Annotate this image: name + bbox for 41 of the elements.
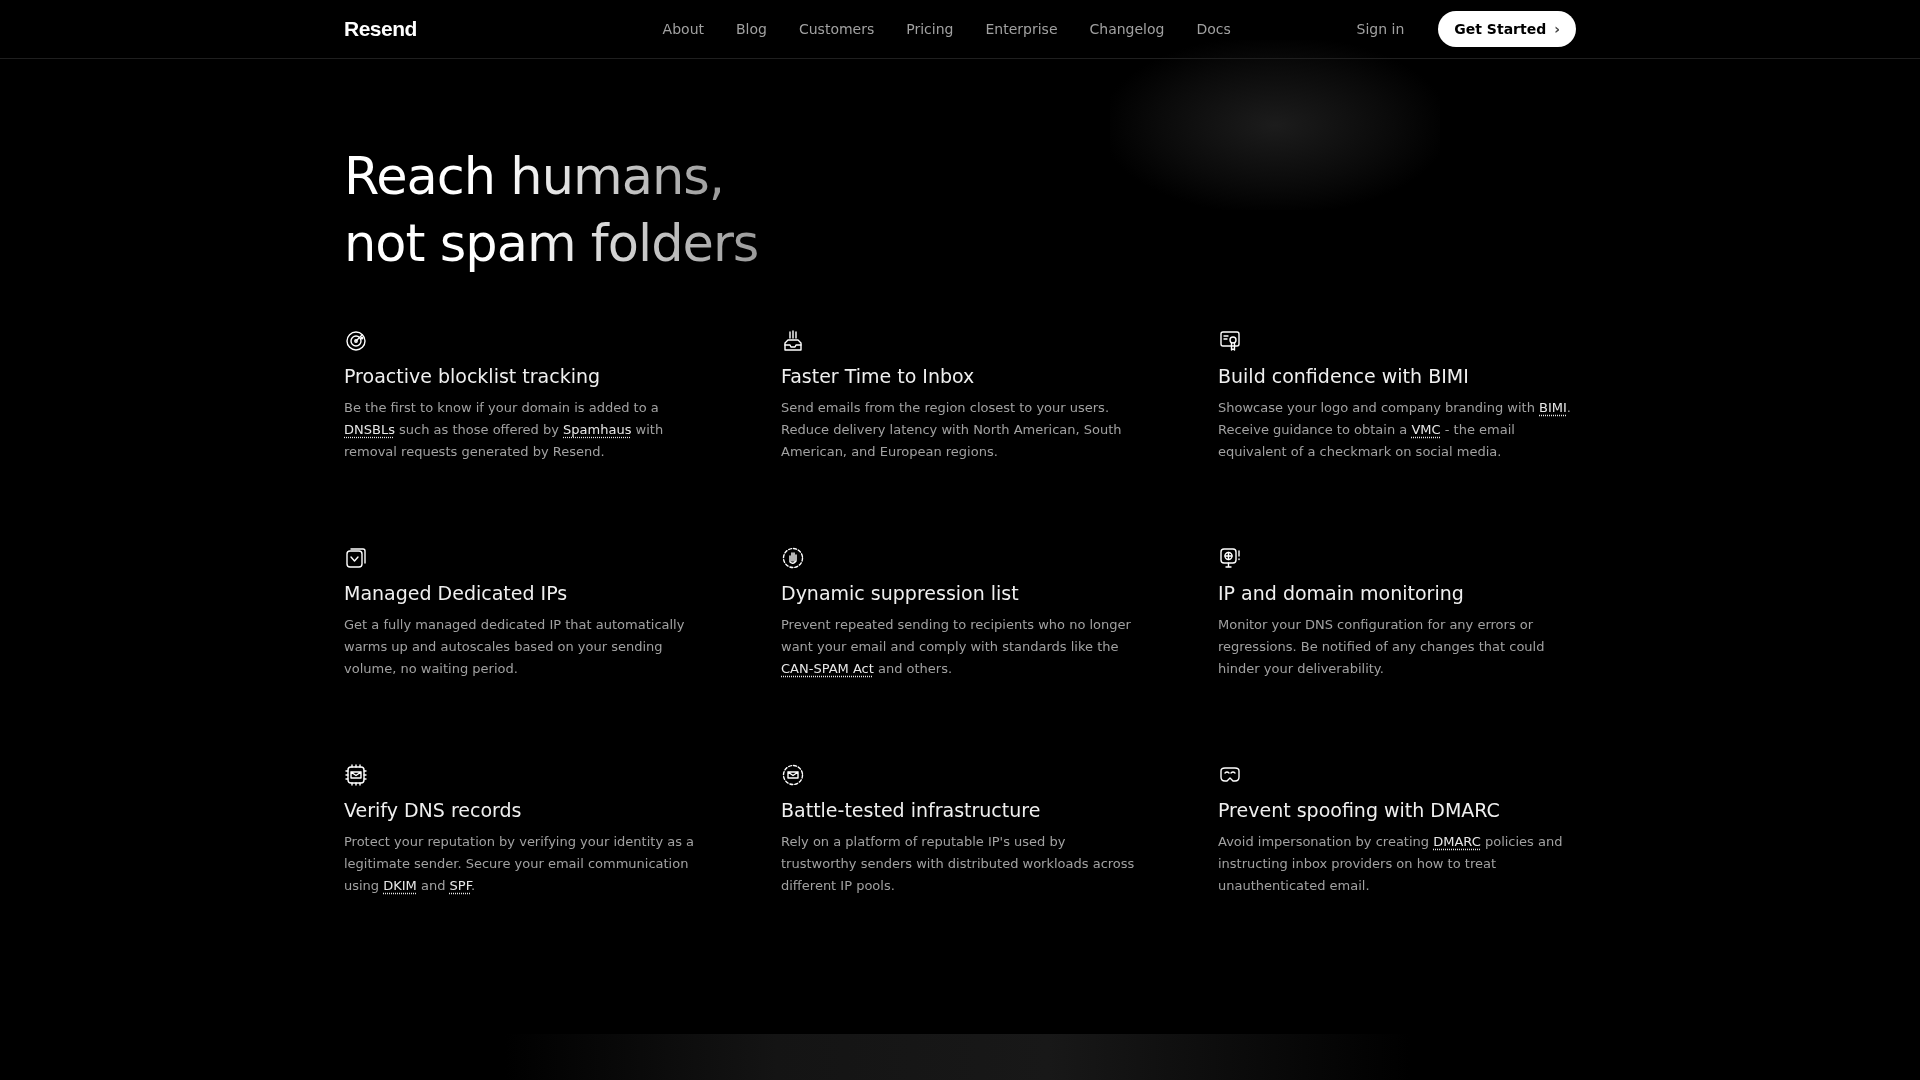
feature-description: Rely on a platform of reputable IP's used by trustworthy senders with distributed workloads across different IP pools.: [781, 833, 1136, 895]
nav-link[interactable]: Docs: [1196, 21, 1231, 37]
certificate-icon: [1218, 329, 1242, 353]
feature-description: Showcase your logo and company branding with BIMI. Receive guidance to obtain a VMC - the email equivalent of a checkmark on social media.: [1218, 399, 1572, 461]
feature-title: Build confidence with BIMI: [1218, 365, 1470, 387]
nav-link[interactable]: Blog: [736, 21, 767, 37]
feature-title: Managed Dedicated IPs: [344, 582, 569, 604]
monitor-icon: [1218, 546, 1242, 570]
feature-description: Send emails from the region closest to your users. Reduce delivery latency with North American, South American, and European regions.: [781, 399, 1123, 461]
radar-icon: [344, 329, 368, 353]
feature-title: Battle-tested infrastructure: [781, 799, 1042, 821]
chip-icon: [344, 763, 368, 787]
logo[interactable]: Resend: [344, 17, 417, 41]
get-started-button[interactable]: Get Started ›: [1438, 11, 1576, 47]
text-link[interactable]: CAN-SPAM Act: [781, 661, 874, 676]
nav-link[interactable]: Customers: [798, 21, 875, 37]
text-link[interactable]: DNSBLs: [344, 422, 395, 437]
nav-link[interactable]: About: [662, 21, 704, 37]
text-link[interactable]: DKIM: [383, 878, 417, 893]
text-link[interactable]: Spamhaus: [563, 422, 632, 437]
nav-link[interactable]: Changelog: [1089, 21, 1165, 37]
text-link[interactable]: DMARC: [1433, 834, 1481, 849]
inbox-icon: [781, 329, 805, 353]
feature-description: Avoid impersonation by creating DMARC policies and instructing inbox providers on how to treat unauthenticated email.: [1218, 833, 1564, 895]
feature-title: IP and domain monitoring: [1218, 582, 1465, 604]
text-link[interactable]: BIMI: [1539, 400, 1567, 415]
nav-link[interactable]: Pricing: [906, 21, 954, 37]
nav-link[interactable]: Enterprise: [985, 21, 1058, 37]
feature-title: Proactive blocklist tracking: [344, 365, 602, 387]
sign-in-link[interactable]: Sign in: [1356, 21, 1405, 37]
feature-title: Verify DNS records: [344, 799, 523, 821]
feature-title: Prevent spoofing with DMARC: [1218, 799, 1501, 821]
text-link[interactable]: SPF: [449, 878, 472, 893]
feature-title: Faster Time to Inbox: [781, 365, 976, 387]
feature-description: Prevent repeated sending to recipients who no longer want your email and comply with standards like the CAN-SPAM Act and others.: [781, 616, 1132, 678]
feature-title: Dynamic suppression list: [781, 582, 1020, 604]
feature-description: Monitor your DNS configuration for any errors or regressions. Be notified of any changes that could hinder your deliverability.: [1218, 616, 1546, 678]
feature-description: Be the first to know if your domain is added to a DNSBLs such as those offered by Spamhaus with removal requests generated by Resend.: [344, 399, 665, 461]
feature-description: Protect your reputation by verifying your identity as a legitimate sender. Secure your email communication using DKIM and SPF.: [344, 833, 696, 895]
feature-description: Get a fully managed dedicated IP that automatically warms up and autoscales based on your sending volume, no waiting period.: [344, 616, 686, 678]
text-link[interactable]: VMC: [1411, 422, 1441, 437]
